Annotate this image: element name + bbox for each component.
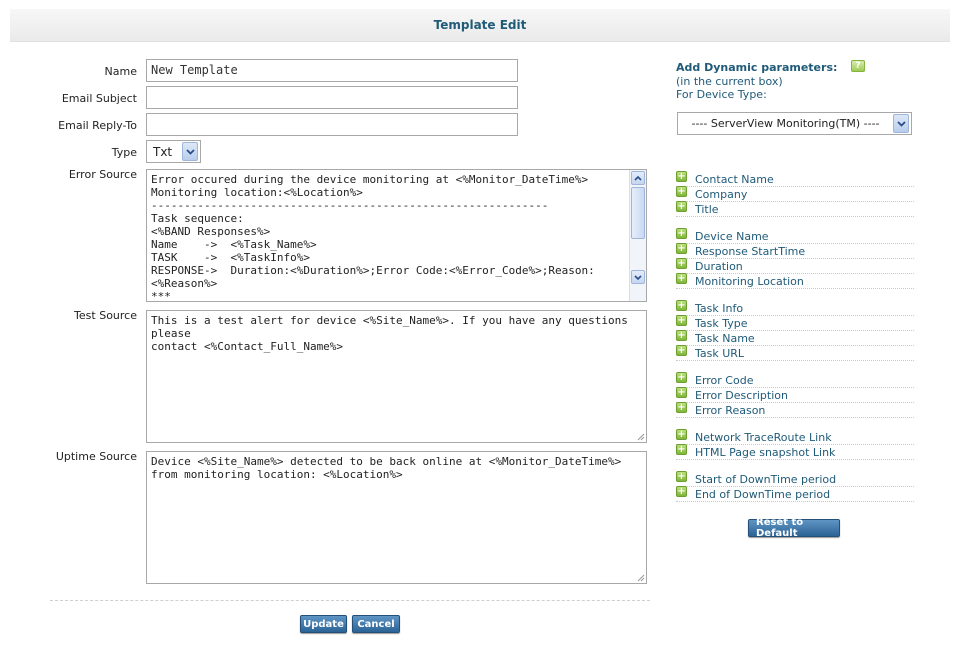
param-task-type[interactable]: + Task Type [676, 315, 914, 331]
email-subject-input[interactable] [146, 86, 518, 109]
plus-icon[interactable]: + [676, 258, 687, 269]
page-title: Template Edit [433, 18, 527, 32]
param-label[interactable]: End of DownTime period [695, 488, 830, 501]
error-source-label: Error Source [68, 168, 137, 181]
device-type-value: ---- ServerView Monitoring(TM) ---- [691, 117, 880, 130]
plus-icon[interactable]: + [676, 429, 687, 440]
plus-icon[interactable]: + [676, 273, 687, 284]
plus-icon[interactable]: + [676, 471, 687, 482]
param-label[interactable]: Task Type [695, 317, 748, 330]
param-html-page-snapshot-link[interactable]: + HTML Page snapshot Link [676, 444, 914, 460]
param-monitoring-location[interactable]: + Monitoring Location [676, 273, 914, 289]
param-label[interactable]: Error Description [695, 389, 788, 402]
plus-icon[interactable]: + [676, 486, 687, 497]
plus-icon[interactable]: + [676, 228, 687, 239]
form-divider [50, 600, 650, 601]
param-label[interactable]: Device Name [695, 230, 769, 243]
param-label[interactable]: Monitoring Location [695, 275, 804, 288]
email-subject-label: Email Subject [61, 92, 137, 105]
scroll-down-icon[interactable] [631, 270, 645, 284]
test-source-label: Test Source [74, 309, 137, 322]
param-task-name[interactable]: + Task Name [676, 330, 914, 346]
param-response-starttime[interactable]: + Response StartTime [676, 243, 914, 259]
param-duration[interactable]: + Duration [676, 258, 914, 274]
dynamic-params-subtitle: (in the current box) [676, 75, 783, 88]
param-contact-name[interactable]: + Contact Name [676, 171, 914, 187]
plus-icon[interactable]: + [676, 201, 687, 212]
uptime-source-text: Device <%Site_Name%> detected to be back… [151, 455, 622, 481]
plus-icon[interactable]: + [676, 300, 687, 311]
param-label[interactable]: Task Info [695, 302, 743, 315]
param-label[interactable]: Response StartTime [695, 245, 805, 258]
plus-icon[interactable]: + [676, 171, 687, 182]
reset-to-default-button[interactable]: Reset to Default [748, 517, 840, 539]
param-network-traceroute-link[interactable]: + Network TraceRoute Link [676, 429, 914, 445]
type-label: Type [111, 146, 137, 159]
param-company[interactable]: + Company [676, 186, 914, 202]
type-select-value: Txt [153, 144, 173, 159]
param-label[interactable]: Company [695, 188, 747, 201]
reply-to-label: Email Reply-To [58, 119, 137, 132]
plus-icon[interactable]: + [676, 186, 687, 197]
param-task-info[interactable]: + Task Info [676, 300, 914, 316]
error-source-text: Error occured during the device monitori… [151, 173, 595, 302]
plus-icon[interactable]: + [676, 444, 687, 455]
param-end-downtime[interactable]: + End of DownTime period [676, 486, 914, 502]
update-button[interactable]: Update [300, 615, 347, 633]
plus-icon[interactable]: + [676, 243, 687, 254]
param-error-reason[interactable]: + Error Reason [676, 402, 914, 418]
scroll-thumb[interactable] [631, 187, 645, 239]
resize-grip-icon[interactable] [636, 573, 645, 582]
plus-icon[interactable]: + [676, 345, 687, 356]
name-input[interactable]: New Template [146, 59, 518, 82]
device-type-label: For Device Type: [676, 88, 767, 101]
uptime-source-textarea[interactable]: Device <%Site_Name%> detected to be back… [146, 451, 647, 584]
device-type-select[interactable]: ---- ServerView Monitoring(TM) ---- [677, 112, 912, 135]
param-label[interactable]: HTML Page snapshot Link [695, 446, 835, 459]
scroll-up-icon[interactable] [631, 171, 645, 185]
chevron-down-icon[interactable] [182, 142, 198, 161]
error-source-textarea[interactable]: Error occured during the device monitori… [146, 169, 647, 302]
error-source-scrollbar[interactable] [629, 170, 646, 301]
test-source-textarea[interactable]: This is a test alert for device <%Site_N… [146, 310, 647, 443]
param-label[interactable]: Network TraceRoute Link [695, 431, 832, 444]
param-label[interactable]: Title [695, 203, 719, 216]
dynamic-params-title: Add Dynamic parameters: [676, 61, 838, 74]
param-label[interactable]: Duration [695, 260, 743, 273]
reply-to-input[interactable] [146, 113, 518, 136]
param-label[interactable]: Error Reason [695, 404, 765, 417]
plus-icon[interactable]: + [676, 330, 687, 341]
param-error-description[interactable]: + Error Description [676, 387, 914, 403]
param-label[interactable]: Error Code [695, 374, 753, 387]
uptime-source-label: Uptime Source [55, 450, 137, 463]
type-select[interactable]: Txt [146, 140, 201, 163]
param-label[interactable]: Contact Name [695, 173, 774, 186]
param-device-name[interactable]: + Device Name [676, 228, 914, 244]
page-header: Template Edit [10, 9, 950, 42]
plus-icon[interactable]: + [676, 402, 687, 413]
param-title[interactable]: + Title [676, 201, 914, 217]
name-label: Name [104, 65, 137, 78]
param-task-url[interactable]: + Task URL [676, 345, 914, 361]
plus-icon[interactable]: + [676, 372, 687, 383]
param-start-downtime[interactable]: + Start of DownTime period [676, 471, 914, 487]
chevron-down-icon[interactable] [893, 114, 909, 133]
param-label[interactable]: Task Name [695, 332, 755, 345]
test-source-text: This is a test alert for device <%Site_N… [151, 314, 628, 353]
param-label[interactable]: Start of DownTime period [695, 473, 836, 486]
resize-grip-icon[interactable] [636, 432, 645, 441]
help-icon[interactable]: ? [851, 60, 865, 72]
param-label[interactable]: Task URL [695, 347, 744, 360]
cancel-button[interactable]: Cancel [352, 615, 400, 633]
plus-icon[interactable]: + [676, 315, 687, 326]
param-error-code[interactable]: + Error Code [676, 372, 914, 388]
plus-icon[interactable]: + [676, 387, 687, 398]
